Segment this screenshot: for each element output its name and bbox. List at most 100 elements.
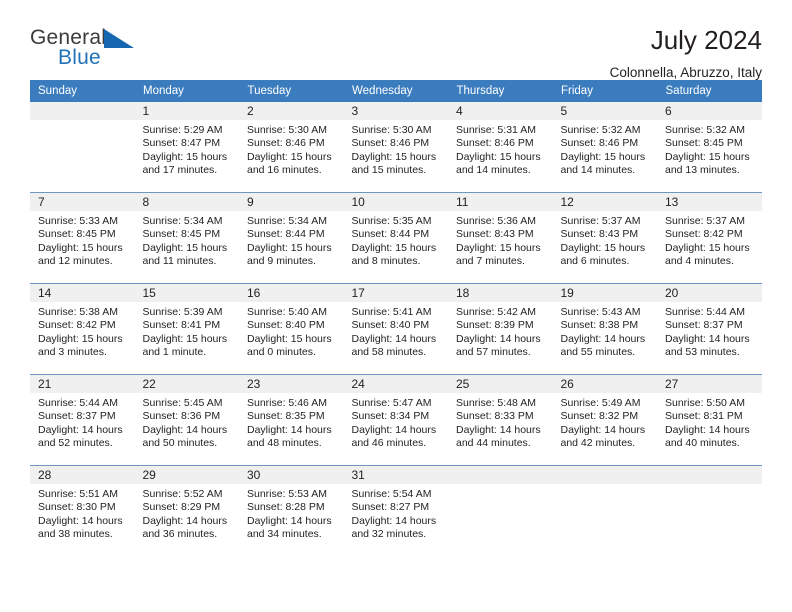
calendar-day-cell[interactable]: 21 Sunrise: 5:44 AM Sunset: 8:37 PM Dayligh… — [30, 374, 135, 466]
sunrise-time: Sunrise: 5:52 AM — [142, 488, 223, 500]
sunset-time: Sunset: 8:37 PM — [38, 410, 116, 423]
calendar-day-cell[interactable]: 12 Sunrise: 5:37 AM Sunset: 8:43 PM Dayligh… — [552, 192, 657, 284]
daylight-duration-line2: and 40 minutes. — [665, 437, 740, 450]
day-details: Sunrise: 5:49 AM Sunset: 8:32 PM Daylight:… — [553, 393, 658, 451]
calendar-day-cell[interactable]: 7 Sunrise: 5:33 AM Sunset: 8:45 PM Daylight… — [30, 192, 135, 284]
calendar-day-cell[interactable]: 11 Sunrise: 5:36 AM Sunset: 8:43 PM Dayligh… — [448, 192, 553, 284]
sunrise-time: Sunrise: 5:43 AM — [560, 306, 641, 318]
calendar-day-cell[interactable]: 19 Sunrise: 5:43 AM Sunset: 8:38 PM Dayligh… — [552, 283, 657, 375]
sunset-time: Sunset: 8:39 PM — [456, 319, 534, 332]
daylight-duration-line2: and 58 minutes. — [351, 346, 427, 359]
daylight-duration-line1: Daylight: 14 hours — [142, 423, 228, 436]
day-details: Sunrise: 5:50 AM Sunset: 8:31 PM Daylight:… — [657, 393, 762, 451]
day-number — [448, 466, 553, 484]
daylight-duration-line1: Daylight: 15 hours — [560, 150, 646, 163]
daylight-duration-line2: and 15 minutes. — [351, 164, 427, 177]
daylight-duration-line1: Daylight: 15 hours — [142, 150, 228, 163]
sunset-time: Sunset: 8:45 PM — [142, 228, 221, 241]
daylight-duration-line1: Daylight: 15 hours — [456, 241, 541, 254]
calendar-day-cell[interactable]: 30 Sunrise: 5:53 AM Sunset: 8:28 PM Dayligh… — [239, 465, 344, 556]
calendar-day-cell[interactable]: 16 Sunrise: 5:40 AM Sunset: 8:40 PM Dayligh… — [239, 283, 344, 375]
sunset-time: Sunset: 8:45 PM — [38, 228, 116, 241]
daylight-duration-line2: and 3 minutes. — [38, 346, 107, 359]
calendar-day-cell[interactable]: 8 Sunrise: 5:34 AM Sunset: 8:45 PM Daylight… — [134, 192, 240, 284]
daylight-duration-line2: and 52 minutes. — [38, 437, 113, 450]
daylight-duration-line2: and 11 minutes. — [142, 255, 217, 268]
day-details: Sunrise: 5:34 AM Sunset: 8:45 PM Daylight:… — [135, 211, 240, 269]
general-blue-logo[interactable]: General Blue — [30, 26, 150, 78]
day-number: 10 — [343, 193, 448, 211]
daylight-duration-line2: and 17 minutes. — [142, 164, 218, 177]
sunset-time: Sunset: 8:34 PM — [351, 410, 430, 423]
daylight-duration-line1: Daylight: 15 hours — [142, 332, 228, 345]
calendar-week-row: 7 Sunrise: 5:33 AM Sunset: 8:45 PM Daylight… — [30, 192, 762, 284]
day-number: 9 — [239, 193, 344, 211]
calendar-day-cell[interactable]: 9 Sunrise: 5:34 AM Sunset: 8:44 PM Daylight… — [239, 192, 344, 284]
day-details: Sunrise: 5:41 AM Sunset: 8:40 PM Daylight:… — [344, 302, 449, 360]
calendar-day-cell[interactable]: 10 Sunrise: 5:35 AM Sunset: 8:44 PM Dayligh… — [343, 192, 448, 284]
daylight-duration-line1: Daylight: 15 hours — [456, 150, 541, 163]
calendar-day-cell[interactable]: 22 Sunrise: 5:45 AM Sunset: 8:36 PM Dayligh… — [134, 374, 240, 466]
sunrise-time: Sunrise: 5:34 AM — [142, 215, 223, 227]
daylight-duration-line2: and 8 minutes. — [351, 255, 421, 268]
calendar-day-cell[interactable]: 24 Sunrise: 5:47 AM Sunset: 8:34 PM Dayligh… — [343, 374, 449, 466]
daylight-duration-line2: and 4 minutes. — [665, 255, 734, 268]
daylight-duration-line2: and 48 minutes. — [247, 437, 322, 450]
calendar-day-cell[interactable]: 1 Sunrise: 5:29 AM Sunset: 8:47 PM Daylight… — [134, 102, 240, 193]
weekday-header-wednesday: Wednesday — [343, 80, 449, 102]
day-number: 29 — [134, 466, 239, 484]
day-number: 20 — [657, 284, 762, 302]
calendar-day-cell[interactable]: 20 Sunrise: 5:44 AM Sunset: 8:37 PM Dayligh… — [657, 283, 762, 375]
sunrise-time: Sunrise: 5:48 AM — [456, 397, 536, 409]
sunset-time: Sunset: 8:43 PM — [456, 228, 534, 241]
calendar-day-cell[interactable]: 31 Sunrise: 5:54 AM Sunset: 8:27 PM Dayligh… — [343, 465, 448, 556]
day-details: Sunrise: 5:45 AM Sunset: 8:36 PM Daylight:… — [135, 393, 240, 451]
daylight-duration-line1: Daylight: 14 hours — [38, 423, 123, 436]
calendar-day-cell[interactable]: 15 Sunrise: 5:39 AM Sunset: 8:41 PM Dayligh… — [134, 283, 239, 375]
calendar-day-cell[interactable]: 23 Sunrise: 5:46 AM Sunset: 8:35 PM Dayligh… — [239, 374, 344, 466]
calendar-day-cell[interactable]: 3 Sunrise: 5:30 AM Sunset: 8:46 PM Daylight… — [343, 102, 448, 193]
calendar-page: General Blue July 2024 Colonnella, Abruz… — [0, 0, 792, 612]
sunset-time: Sunset: 8:43 PM — [560, 228, 639, 241]
calendar-day-cell[interactable]: 5 Sunrise: 5:32 AM Sunset: 8:46 PM Daylight… — [552, 102, 657, 193]
day-number — [552, 466, 657, 484]
day-number: 3 — [343, 102, 448, 120]
calendar-day-cell[interactable]: 26 Sunrise: 5:49 AM Sunset: 8:32 PM Dayligh… — [552, 374, 658, 466]
calendar-day-cell[interactable]: 6 Sunrise: 5:32 AM Sunset: 8:45 PM Daylight… — [657, 102, 762, 193]
calendar-day-cell[interactable]: 4 Sunrise: 5:31 AM Sunset: 8:46 PM Daylight… — [448, 102, 553, 193]
sunset-time: Sunset: 8:46 PM — [247, 137, 325, 150]
calendar-day-cell[interactable]: 2 Sunrise: 5:30 AM Sunset: 8:46 PM Daylight… — [239, 102, 344, 193]
weekday-header-tuesday: Tuesday — [239, 80, 344, 102]
day-number: 6 — [657, 102, 762, 120]
daylight-duration-line1: Daylight: 14 hours — [560, 332, 646, 345]
day-details: Sunrise: 5:44 AM Sunset: 8:37 PM Daylight:… — [657, 302, 762, 360]
day-number: 26 — [552, 375, 657, 393]
day-details: Sunrise: 5:29 AM Sunset: 8:47 PM Daylight:… — [135, 120, 240, 178]
daylight-duration-line2: and 14 minutes. — [456, 164, 531, 177]
sunset-time: Sunset: 8:27 PM — [351, 501, 430, 514]
sunset-time: Sunset: 8:40 PM — [351, 319, 430, 332]
daylight-duration-line1: Daylight: 14 hours — [456, 423, 541, 436]
sunrise-time: Sunrise: 5:39 AM — [142, 306, 223, 318]
calendar-day-cell[interactable]: 14 Sunrise: 5:38 AM Sunset: 8:42 PM Dayligh… — [30, 283, 135, 375]
calendar-day-cell[interactable]: 29 Sunrise: 5:52 AM Sunset: 8:29 PM Dayligh… — [134, 465, 240, 556]
day-number: 14 — [30, 284, 135, 302]
day-details: Sunrise: 5:52 AM Sunset: 8:29 PM Daylight:… — [135, 484, 240, 542]
day-number: 2 — [239, 102, 344, 120]
sunset-time: Sunset: 8:38 PM — [560, 319, 639, 332]
daylight-duration-line1: Daylight: 14 hours — [665, 423, 750, 436]
calendar-day-cell[interactable]: 17 Sunrise: 5:41 AM Sunset: 8:40 PM Dayligh… — [343, 283, 449, 375]
calendar-day-cell[interactable]: 25 Sunrise: 5:48 AM Sunset: 8:33 PM Dayligh… — [448, 374, 553, 466]
calendar-day-cell[interactable]: 28 Sunrise: 5:51 AM Sunset: 8:30 PM Dayligh… — [30, 465, 135, 556]
calendar-cell-empty — [448, 465, 553, 556]
calendar-day-cell[interactable]: 27 Sunrise: 5:50 AM Sunset: 8:31 PM Dayligh… — [657, 374, 762, 466]
daylight-duration-line1: Daylight: 15 hours — [247, 241, 332, 254]
sunrise-time: Sunrise: 5:31 AM — [456, 124, 536, 136]
calendar-day-cell[interactable]: 13 Sunrise: 5:37 AM Sunset: 8:42 PM Dayligh… — [657, 192, 762, 284]
calendar-day-cell[interactable]: 18 Sunrise: 5:42 AM Sunset: 8:39 PM Dayligh… — [448, 283, 553, 375]
sunrise-time: Sunrise: 5:54 AM — [351, 488, 432, 500]
sunset-time: Sunset: 8:30 PM — [38, 501, 116, 514]
day-details: Sunrise: 5:40 AM Sunset: 8:40 PM Daylight:… — [239, 302, 344, 360]
day-details: Sunrise: 5:47 AM Sunset: 8:34 PM Daylight:… — [344, 393, 449, 451]
daylight-duration-line2: and 0 minutes. — [247, 346, 316, 359]
